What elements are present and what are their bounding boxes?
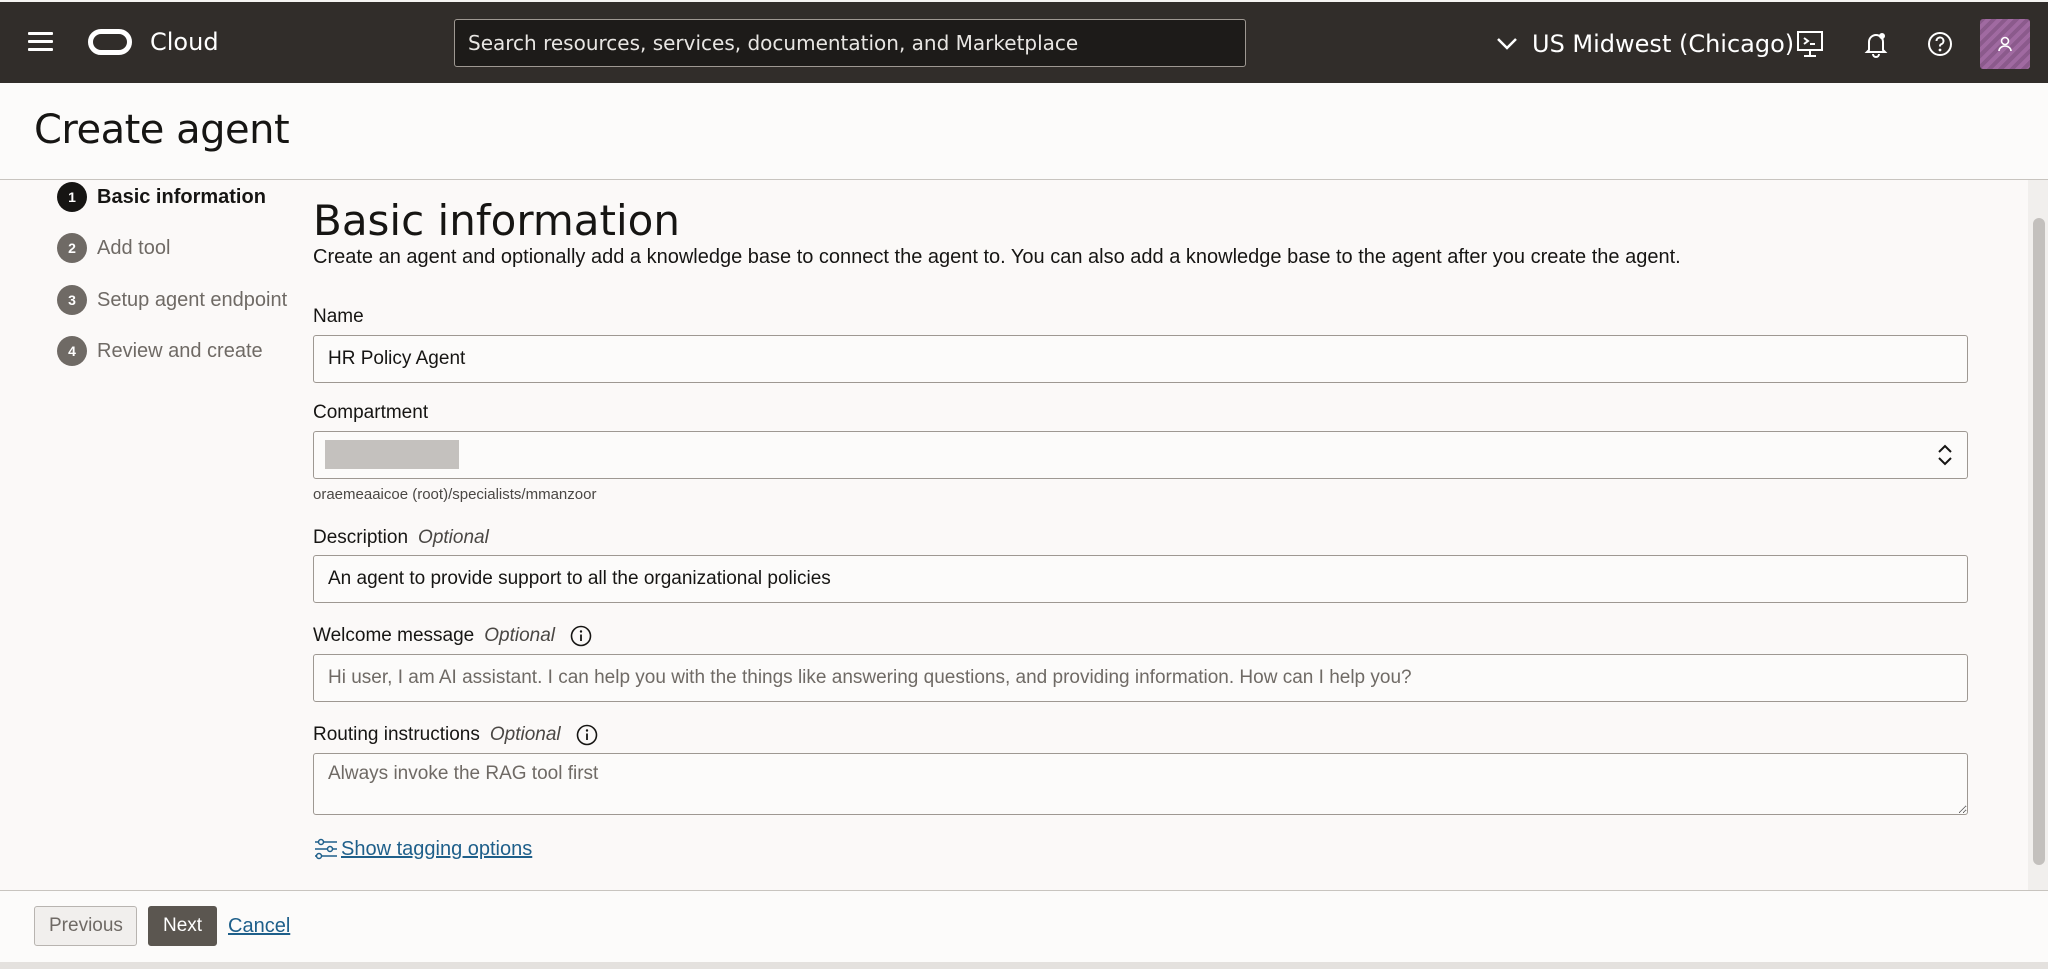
compartment-path-hint: oraemeaaicoe (root)/specialists/mmanzoor: [313, 486, 597, 503]
region-label: US Midwest (Chicago): [1532, 30, 1795, 58]
step-number: 2: [57, 233, 87, 263]
description-input[interactable]: [313, 555, 1968, 603]
step-number: 1: [57, 182, 87, 212]
page-title: Create agent: [34, 107, 290, 153]
info-icon[interactable]: [569, 624, 593, 648]
step-add-tool[interactable]: 2 Add tool: [57, 233, 170, 263]
user-avatar[interactable]: [1980, 19, 2030, 69]
select-chevron-icon: [1938, 444, 1952, 466]
section-title: Basic information: [313, 196, 680, 245]
top-navigation-bar: Cloud US Midwest (Chicago): [0, 0, 2048, 83]
routing-instructions-label: Routing instructions Optional: [313, 723, 599, 747]
wizard-footer: Previous Next Cancel: [0, 890, 2048, 963]
vertical-scrollbar[interactable]: [2028, 180, 2048, 890]
compartment-value-redacted: [325, 440, 459, 469]
notification-bell-icon[interactable]: [1860, 28, 1892, 60]
user-icon: [1998, 36, 2012, 52]
step-basic-information[interactable]: 1 Basic information: [57, 182, 266, 212]
show-tagging-options-link[interactable]: Show tagging options: [313, 836, 532, 862]
step-label: Review and create: [97, 339, 263, 362]
compartment-label: Compartment: [313, 402, 429, 423]
step-number: 4: [57, 336, 87, 366]
section-description: Create an agent and optionally add a kno…: [313, 246, 1681, 268]
next-button[interactable]: Next: [148, 906, 217, 946]
optional-tag: Optional: [489, 724, 561, 745]
step-label: Basic information: [97, 185, 266, 208]
cancel-link[interactable]: Cancel: [228, 915, 290, 938]
info-icon[interactable]: [575, 723, 599, 747]
scrollbar-thumb[interactable]: [2033, 218, 2045, 865]
optional-tag: Optional: [484, 625, 555, 646]
region-selector[interactable]: US Midwest (Chicago): [1496, 26, 1794, 62]
chevron-down-icon: [1497, 38, 1517, 50]
routing-instructions-textarea[interactable]: [313, 753, 1968, 815]
name-label: Name: [313, 306, 364, 327]
step-label: Setup agent endpoint: [97, 288, 288, 311]
optional-tag: Optional: [418, 527, 489, 548]
step-review-and-create[interactable]: 4 Review and create: [57, 336, 263, 366]
page-header: Create agent: [0, 83, 2048, 180]
step-setup-agent-endpoint[interactable]: 3 Setup agent endpoint: [57, 285, 287, 315]
step-number: 3: [57, 285, 87, 315]
compartment-select[interactable]: [313, 431, 1968, 479]
sliders-icon: [315, 838, 337, 860]
help-icon[interactable]: [1924, 28, 1956, 60]
name-input[interactable]: [313, 335, 1968, 383]
brand-name: Cloud: [150, 28, 219, 56]
previous-button[interactable]: Previous: [34, 906, 137, 946]
welcome-message-label: Welcome message Optional: [313, 624, 593, 648]
cloud-shell-icon[interactable]: [1794, 28, 1826, 60]
step-label: Add tool: [97, 236, 171, 259]
tagging-link-label: Show tagging options: [341, 837, 533, 860]
hamburger-menu-icon[interactable]: [28, 32, 53, 52]
bottom-strip: [0, 962, 2048, 969]
description-label: Description Optional: [313, 527, 489, 548]
search-input[interactable]: [454, 19, 1246, 67]
welcome-message-input[interactable]: [313, 654, 1968, 702]
cloud-logo-icon[interactable]: [88, 29, 132, 55]
